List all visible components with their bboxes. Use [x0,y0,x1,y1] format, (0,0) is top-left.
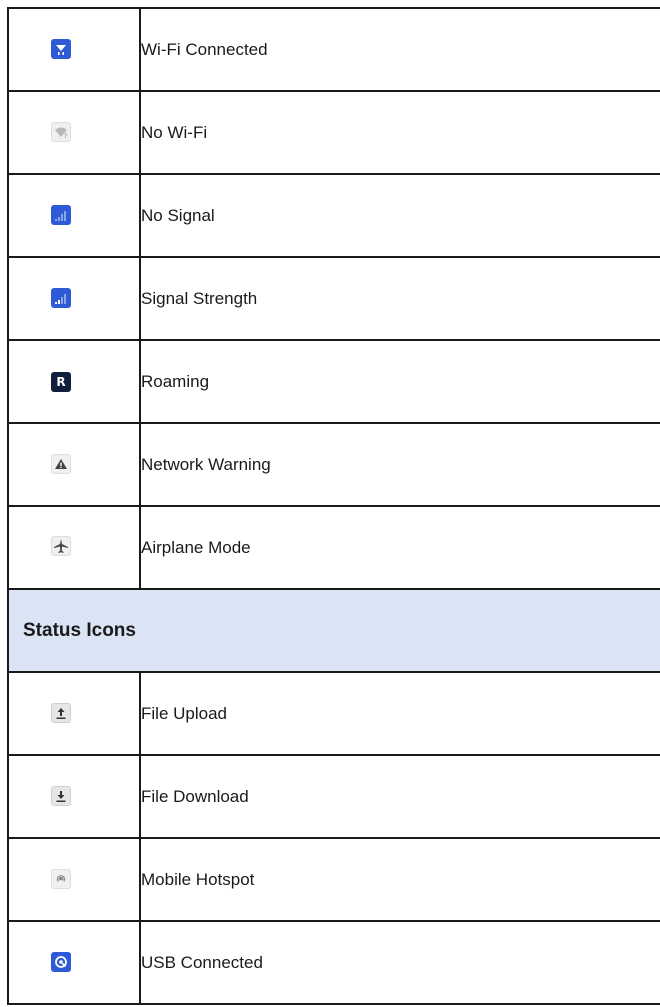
wifi-connected-icon [51,38,71,59]
airplane-mode-icon [51,536,71,556]
row-label: File Upload [139,671,660,756]
icon-legend-table: Wi-Fi Connected ? No Wi-Fi No Signal Sig… [7,7,660,1005]
table-row: Wi-Fi Connected [7,7,660,92]
icon-cell [7,422,141,507]
row-label: Wi-Fi Connected [139,7,660,92]
page: Wi-Fi Connected ? No Wi-Fi No Signal Sig… [0,0,660,1007]
icon-cell [7,173,141,258]
row-label: Mobile Hotspot [139,837,660,922]
section-title: Status Icons [7,588,660,673]
section-header-row: Status Icons [7,588,660,673]
icon-cell [7,671,141,756]
row-label: Roaming [139,339,660,424]
table-row: Mobile Hotspot [7,837,660,922]
table-row: USB Connected [7,920,660,1005]
table-row: File Upload [7,671,660,756]
file-upload-icon [51,702,71,723]
row-label: Network Warning [139,422,660,507]
table-row: Airplane Mode [7,505,660,590]
mobile-hotspot-icon [51,868,71,889]
signal-strength-icon [51,287,71,308]
table-row: Signal Strength [7,256,660,341]
row-label: No Signal [139,173,660,258]
row-label: Airplane Mode [139,505,660,590]
svg-text:?: ? [64,133,67,139]
table-row: File Download [7,754,660,839]
no-wifi-icon: ? [51,121,71,142]
no-signal-icon [51,204,71,225]
row-label: USB Connected [139,920,660,1005]
file-download-icon [51,785,71,806]
icon-cell [7,754,141,839]
table-row: ? No Wi-Fi [7,90,660,175]
icon-cell [7,7,141,92]
roaming-icon: R [51,372,71,392]
icon-cell [7,256,141,341]
icon-cell [7,505,141,590]
table-row: R Roaming [7,339,660,424]
table-row: No Signal [7,173,660,258]
icon-cell: ? [7,90,141,175]
icon-cell [7,920,141,1005]
icon-cell: R [7,339,141,424]
table-row: Network Warning [7,422,660,507]
row-label: Signal Strength [139,256,660,341]
row-label: No Wi-Fi [139,90,660,175]
icon-cell [7,837,141,922]
usb-connected-icon [51,951,71,972]
row-label: File Download [139,754,660,839]
network-warning-icon [51,453,71,474]
